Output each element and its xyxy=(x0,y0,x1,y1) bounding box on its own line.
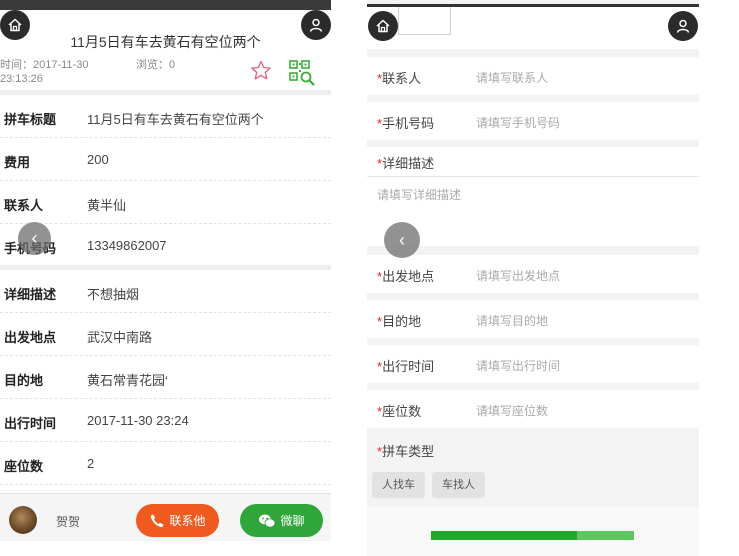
row-value: 2 xyxy=(87,456,95,471)
star-icon xyxy=(251,60,271,80)
submit-area xyxy=(367,507,699,556)
contact-footer: 贺贺 联系他 微聊 xyxy=(0,493,331,556)
detail-row-contact: 联系人 黄半仙 xyxy=(0,181,331,224)
bottom-strip xyxy=(0,541,331,556)
seats-input[interactable]: 请填写座位数 xyxy=(476,402,548,419)
qr-code-button[interactable] xyxy=(289,60,315,91)
back-arrow-button[interactable]: ‹ xyxy=(384,222,420,258)
detail-row-fee: 费用 200 xyxy=(0,138,331,181)
detail-row-description: 详细描述 不想抽烟 xyxy=(0,270,331,313)
detail-row-phone: 手机号码 13349862007 xyxy=(0,224,331,267)
row-label: 目的地 xyxy=(4,373,44,388)
detail-row-departure: 出发地点 武汉中南路 xyxy=(0,313,331,356)
home-icon xyxy=(8,18,22,32)
travel-time-input[interactable]: 请填写出行时间 xyxy=(476,357,560,374)
row-label: 出行时间 xyxy=(4,416,57,431)
view-count: 浏览：0 xyxy=(136,59,176,71)
image-placeholder xyxy=(398,7,451,35)
field-label: *详细描述 xyxy=(377,156,435,171)
row-value[interactable]: 13349862007 xyxy=(87,238,167,253)
field-description-header: *详细描述 xyxy=(367,147,699,176)
field-travel-time[interactable]: *出行时间 请填写出行时间 xyxy=(367,345,699,383)
departure-input[interactable]: 请填写出发地点 xyxy=(476,267,560,284)
call-button[interactable]: 联系他 xyxy=(136,504,219,537)
field-label: *联系人 xyxy=(377,71,422,86)
wechat-button-label: 微聊 xyxy=(280,514,305,528)
progress-fill xyxy=(431,531,578,540)
field-contact[interactable]: *联系人 请填写联系人 xyxy=(367,57,699,95)
contact-input[interactable]: 请填写联系人 xyxy=(476,69,548,86)
username: 贺贺 xyxy=(56,515,81,529)
user-button[interactable] xyxy=(668,11,698,41)
call-button-label: 联系他 xyxy=(169,514,206,528)
carpool-type-options: 人找车 车找人 xyxy=(367,466,699,506)
row-label: 出发地点 xyxy=(4,330,57,345)
avatar[interactable] xyxy=(9,506,37,534)
home-icon xyxy=(376,19,390,33)
detail-row-destination: 目的地 黄石常青花园‘ xyxy=(0,356,331,399)
progress-bar xyxy=(431,531,634,540)
row-value: 200 xyxy=(87,152,109,167)
row-value: 11月5日有车去黄石有空位两个 xyxy=(87,112,264,127)
field-departure[interactable]: *出发地点 请填写出发地点 xyxy=(367,255,699,293)
type-option-driver[interactable]: 车找人 xyxy=(432,472,485,498)
destination-input[interactable]: 请填写目的地 xyxy=(476,312,548,329)
detail-row-travel-time: 出行时间 2017-11-30 23:24 xyxy=(0,399,331,442)
type-option-passenger[interactable]: 人找车 xyxy=(372,472,425,498)
detail-row-seats: 座位数 2 xyxy=(0,442,331,485)
back-arrow-button[interactable]: ‹ xyxy=(18,222,51,255)
phone-icon xyxy=(151,514,164,527)
phone-input[interactable]: 请填写手机号码 xyxy=(476,114,560,131)
field-label: *座位数 xyxy=(377,404,422,419)
field-label: *出行时间 xyxy=(377,359,435,374)
row-label: 联系人 xyxy=(4,198,44,213)
detail-row-title: 拼车标题 11月5日有车去黄石有空位两个 xyxy=(0,95,331,138)
post-time: 时间：2017-11-30 23:13:26 xyxy=(0,59,89,85)
user-icon xyxy=(309,18,323,32)
favorite-button[interactable] xyxy=(250,60,272,86)
page-title: 11月5日有车去黄石有空位两个 xyxy=(70,34,261,50)
wechat-icon xyxy=(259,514,276,528)
user-icon xyxy=(676,19,690,33)
description-placeholder: 请填写详细描述 xyxy=(377,188,462,202)
qr-code-icon xyxy=(289,60,315,86)
row-value: 2017-11-30 23:24 xyxy=(87,413,189,428)
row-label: 详细描述 xyxy=(4,287,57,302)
chevron-left-icon: ‹ xyxy=(399,229,405,250)
chevron-left-icon: ‹ xyxy=(31,228,38,248)
row-value: 黄石常青花园‘ xyxy=(87,373,168,388)
top-bar xyxy=(0,0,331,10)
field-seats[interactable]: *座位数 请填写座位数 xyxy=(367,390,699,428)
wechat-button[interactable]: 微聊 xyxy=(240,504,323,537)
row-label: 拼车标题 xyxy=(4,112,57,127)
field-phone[interactable]: *手机号码 请填写手机号码 xyxy=(367,102,699,140)
trip-detail-panel: 11月5日有车去黄石有空位两个 时间：2017-11-30 23:13:26 浏… xyxy=(0,0,331,556)
home-button[interactable] xyxy=(368,11,398,41)
field-label: *拼车类型 xyxy=(377,444,435,459)
row-value: 武汉中南路 xyxy=(87,330,153,345)
field-carpool-type: *拼车类型 xyxy=(367,435,699,465)
field-label: *出发地点 xyxy=(377,269,435,284)
field-destination[interactable]: *目的地 请填写目的地 xyxy=(367,300,699,338)
row-label: 座位数 xyxy=(4,459,44,474)
row-label: 费用 xyxy=(4,155,31,170)
row-value: 不想抽烟 xyxy=(87,287,140,302)
field-label: *目的地 xyxy=(377,314,422,329)
row-value: 黄半仙 xyxy=(87,198,127,213)
field-label: *手机号码 xyxy=(377,116,435,131)
post-form-panel: *联系人 请填写联系人 *手机号码 请填写手机号码 *详细描述 请填写详细描述 … xyxy=(367,0,699,556)
